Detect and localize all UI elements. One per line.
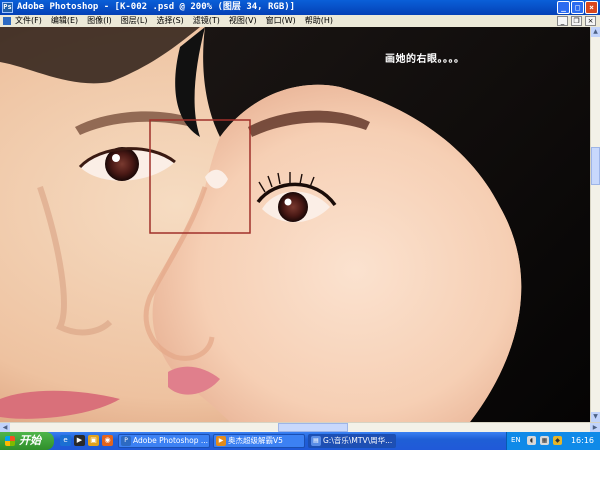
window-title: Adobe Photoshop - [K-002 .psd @ 200% (图层…: [17, 2, 296, 12]
windows-logo-icon: [5, 436, 15, 446]
menu-filter[interactable]: 滤镜(T): [193, 15, 220, 27]
photoshop-icon: Ps: [2, 2, 13, 13]
doc-close-button[interactable]: ×: [585, 16, 596, 26]
maximize-button[interactable]: □: [571, 1, 584, 14]
title-bar[interactable]: Ps Adobe Photoshop - [K-002 .psd @ 200% …: [0, 0, 600, 15]
menu-image[interactable]: 图像(I): [87, 15, 112, 27]
menu-select[interactable]: 选择(S): [156, 15, 183, 27]
system-tray: EN ◖ ▦ ◆ 16:16: [506, 432, 600, 450]
start-label: 开始: [19, 434, 41, 447]
doc-minimize-button[interactable]: _: [557, 16, 568, 26]
scroll-left-button[interactable]: ◀: [0, 423, 10, 432]
menu-layer[interactable]: 图层(L): [121, 15, 148, 27]
start-button[interactable]: 开始: [0, 432, 54, 450]
firefox-icon[interactable]: ◉: [102, 435, 113, 446]
tray-app-icon[interactable]: ◆: [553, 436, 562, 445]
close-button[interactable]: ×: [585, 1, 598, 14]
menu-file[interactable]: 文件(F): [15, 15, 42, 27]
vertical-scroll-thumb[interactable]: [591, 147, 600, 185]
menu-bar: 文件(F) 编辑(E) 图像(I) 图层(L) 选择(S) 滤镜(T) 视图(V…: [0, 15, 600, 27]
taskbar: 开始 e ▶ ▣ ◉ P Adobe Photoshop ... ▶ 奥杰超级解…: [0, 432, 600, 450]
quick-launch: e ▶ ▣ ◉: [60, 435, 113, 446]
folder-icon[interactable]: ▣: [88, 435, 99, 446]
portrait-painting: [0, 27, 590, 422]
language-indicator[interactable]: EN: [511, 436, 521, 444]
document-icon: [3, 17, 11, 25]
menu-help[interactable]: 帮助(H): [305, 15, 333, 27]
network-icon[interactable]: ▦: [540, 436, 549, 445]
photoshop-task-icon: P: [121, 436, 131, 446]
horizontal-scrollbar[interactable]: ◀ ▶: [0, 422, 600, 432]
task-photoshop[interactable]: P Adobe Photoshop ...: [118, 434, 210, 448]
scroll-up-button[interactable]: ▲: [591, 27, 600, 37]
horizontal-scroll-thumb[interactable]: [278, 423, 348, 432]
menu-window[interactable]: 窗口(W): [266, 15, 296, 27]
clock: 16:16: [570, 436, 594, 445]
volume-icon[interactable]: ◖: [527, 436, 536, 445]
scroll-down-button[interactable]: ▼: [591, 412, 600, 422]
media-player-icon[interactable]: ▶: [74, 435, 85, 446]
below-taskbar-area: [0, 450, 600, 477]
vertical-scrollbar[interactable]: ▲ ▼: [590, 27, 600, 422]
document-canvas[interactable]: 画她的右眼。。。。: [0, 27, 590, 422]
task-folder[interactable]: ▤ G:\音乐\MTV\周华...: [308, 434, 396, 448]
menu-edit[interactable]: 编辑(E): [51, 15, 78, 27]
task-label: G:\音乐\MTV\周华...: [323, 436, 393, 445]
task-label: Adobe Photoshop ...: [133, 436, 209, 445]
annotation-text: 画她的右眼。。。。: [385, 54, 465, 65]
task-player[interactable]: ▶ 奥杰超级解霸V5: [213, 434, 305, 448]
doc-restore-button[interactable]: ❐: [571, 16, 582, 26]
ie-icon[interactable]: e: [60, 435, 71, 446]
folder-window-task-icon: ▤: [311, 436, 321, 446]
player-task-icon: ▶: [216, 436, 226, 446]
task-label: 奥杰超级解霸V5: [228, 436, 283, 445]
menu-view[interactable]: 视图(V): [229, 15, 257, 27]
scroll-right-button[interactable]: ▶: [590, 423, 600, 432]
minimize-button[interactable]: _: [557, 1, 570, 14]
